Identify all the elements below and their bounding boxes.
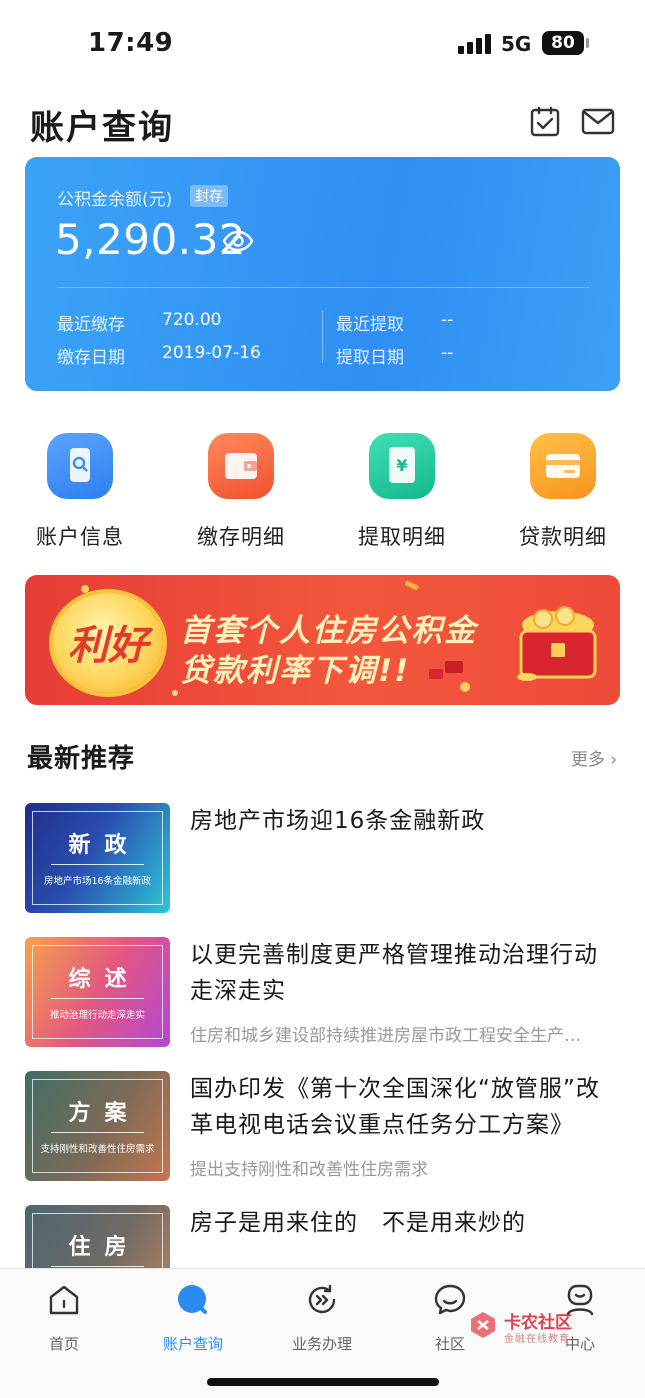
news-item[interactable]: 住房 房子是用来住的 不是用来炒的 — [25, 1205, 620, 1268]
recent-deposit-label: 最近缴存 — [57, 315, 125, 335]
mail-icon[interactable] — [581, 104, 615, 138]
chevron-right-icon: › — [605, 750, 618, 770]
card-vertical-divider — [322, 311, 323, 363]
banner-line1: 首套个人住房公积金 — [180, 613, 477, 649]
news-description: 提出支持刚性和改善性住房需求 — [190, 1160, 428, 1180]
watermark: 卡农社区 金融在线教育 — [468, 1308, 618, 1348]
tab-label: 首页 — [48, 1335, 79, 1353]
withdraw-date-label: 提取日期 — [336, 348, 404, 368]
svg-text:¥: ¥ — [396, 456, 407, 475]
news-title: 以更完善制度更严格管理推动治理行动走深走实 — [190, 942, 598, 1004]
news-item[interactable]: 综述 推动治理行动走深走实 以更完善制度更严格管理推动治理行动走深走实 住房和城… — [25, 937, 620, 1047]
card-divider — [57, 287, 589, 288]
news-thumbnail: 方案 支持刚性和改善性住房需求 — [25, 1071, 170, 1181]
news-thumbnail: 新政 房地产市场16条金融新政 — [25, 803, 170, 913]
deposit-date-value: 2019-07-16 — [162, 343, 261, 363]
thumb-subtitle: 推动治理行动走深走实 — [49, 1010, 145, 1021]
eye-icon[interactable] — [222, 229, 254, 253]
news-thumbnail: 住房 — [25, 1205, 170, 1268]
chat-icon — [434, 1284, 466, 1315]
news-title: 国办印发《第十次全国深化“放管服”改革电视电话会议重点任务分工方案》 — [190, 1076, 600, 1138]
tab-business[interactable]: 业务办理 — [272, 1283, 372, 1354]
action-withdraw-detail[interactable]: ¥ 提取明细 — [342, 433, 462, 551]
recent-withdraw-label: 最近提取 — [336, 315, 404, 335]
watermark-subtitle: 金融在线教育 — [504, 1334, 570, 1345]
recent-deposit-value: 720.00 — [162, 310, 222, 330]
network-type: 5G — [501, 32, 532, 56]
business-icon — [308, 1284, 336, 1314]
recent-withdraw-value: -- — [441, 310, 454, 330]
deposit-date-label: 缴存日期 — [57, 348, 125, 368]
news-item[interactable]: 方案 支持刚性和改善性住房需求 国办印发《第十次全国深化“放管服”改革电视电话会… — [25, 1071, 620, 1181]
action-account-info[interactable]: 账户信息 — [20, 433, 140, 551]
home-icon — [49, 1285, 79, 1315]
action-label: 账户信息 — [36, 525, 124, 549]
news-item[interactable]: 新政 房地产市场16条金融新政 房地产市场迎16条金融新政 — [25, 803, 620, 913]
tab-label: 账户查询 — [162, 1335, 223, 1353]
tab-label: 业务办理 — [291, 1335, 352, 1353]
news-title: 房地产市场迎16条金融新政 — [190, 808, 486, 834]
thumb-subtitle: 支持刚性和改善性住房需求 — [40, 1144, 155, 1155]
banner-badge: 利好 — [53, 593, 163, 693]
action-loan-detail[interactable]: 贷款明细 — [503, 433, 623, 551]
balance-label: 公积金余额(元) — [57, 190, 173, 210]
status-bar: 17:49 5G 80 — [0, 0, 645, 90]
thumb-title: 综述 — [68, 967, 141, 992]
news-description: 住房和城乡建设部持续推进房屋市政工程安全生产… — [190, 1026, 581, 1046]
more-label: 更多 — [571, 750, 605, 770]
home-indicator[interactable] — [207, 1378, 439, 1386]
thumb-title: 新政 — [68, 833, 141, 858]
tab-home[interactable]: 首页 — [14, 1283, 114, 1354]
action-label: 提取明细 — [358, 525, 446, 549]
section-title: 最新推荐 — [27, 744, 136, 774]
phone-search-icon — [47, 433, 113, 499]
banner-line2: 贷款利率下调!! — [180, 653, 411, 689]
battery-cap — [586, 38, 589, 48]
balance-card: 公积金余额(元) 封存 5,290.32 最近缴存 720.00 缴存日期 20… — [25, 157, 620, 391]
status-badge: 封存 — [190, 185, 228, 207]
withdraw-date-value: -- — [441, 343, 454, 363]
promo-banner[interactable]: 利好 首套个人住房公积金 贷款利率下调!! — [25, 575, 620, 705]
card-icon — [530, 433, 596, 499]
thumb-title: 住房 — [68, 1235, 141, 1260]
yuan-receipt-icon: ¥ — [369, 433, 435, 499]
action-deposit-detail[interactable]: 缴存明细 — [181, 433, 301, 551]
more-link[interactable]: 更多 › — [571, 745, 617, 770]
tab-account-query[interactable]: 账户查询 — [143, 1283, 243, 1354]
thumb-title: 方案 — [68, 1101, 141, 1126]
treasure-chest-icon — [517, 606, 597, 681]
signal-icon — [458, 32, 492, 54]
action-label: 缴存明细 — [197, 525, 285, 549]
thumb-subtitle: 房地产市场16条金融新政 — [43, 876, 152, 887]
wallet-icon — [208, 433, 274, 499]
account-search-icon — [178, 1285, 207, 1314]
balance-amount: 5,290.32 — [55, 215, 247, 264]
clipboard-check-icon[interactable] — [528, 104, 562, 138]
watermark-logo-icon — [471, 1312, 495, 1338]
news-thumbnail: 综述 推动治理行动走深走实 — [25, 937, 170, 1047]
news-title: 房子是用来住的 不是用来炒的 — [190, 1210, 526, 1236]
page-title: 账户查询 — [30, 108, 174, 148]
action-label: 贷款明细 — [519, 525, 607, 549]
battery-icon: 80 — [542, 31, 584, 55]
status-time: 17:49 — [88, 28, 174, 58]
